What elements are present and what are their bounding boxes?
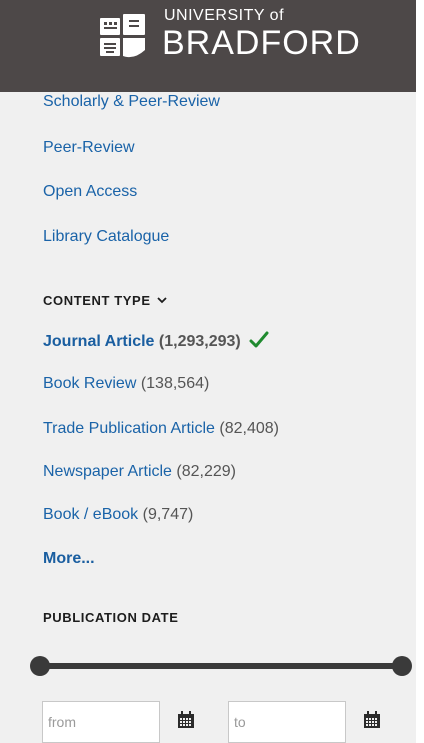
date-from-input[interactable] xyxy=(43,702,159,742)
logo-bradford: BRADFORD xyxy=(162,24,361,62)
facet-count: (9,747) xyxy=(142,506,194,523)
chevron-down-icon xyxy=(156,292,167,307)
date-from-field[interactable] xyxy=(42,701,160,743)
quick-link-scholarly-peer-review[interactable]: Scholarly & Peer-Review xyxy=(43,93,220,111)
facet-label: Book Review xyxy=(43,375,137,392)
quick-link-label: Open Access xyxy=(43,183,138,200)
calendar-icon[interactable] xyxy=(363,711,381,729)
slider-max-handle[interactable] xyxy=(392,656,412,676)
publication-date-heading: PUBLICATION DATE xyxy=(43,610,179,625)
content-type-journal-article[interactable]: Journal Article (1,293,293) xyxy=(43,331,269,354)
quick-link-label: Peer-Review xyxy=(43,139,135,156)
content-type-heading-label: CONTENT TYPE xyxy=(43,293,151,308)
content-type-trade-publication-article[interactable]: Trade Publication Article (82,408) xyxy=(43,420,279,438)
quick-link-library-catalogue[interactable]: Library Catalogue xyxy=(43,228,169,246)
content-type-book-review[interactable]: Book Review (138,564) xyxy=(43,375,209,393)
content-type-heading[interactable]: CONTENT TYPE xyxy=(43,292,167,308)
quick-link-open-access[interactable]: Open Access xyxy=(43,183,137,201)
facet-label: Trade Publication Article xyxy=(43,420,215,437)
facet-label: Journal Article xyxy=(43,333,155,350)
quick-link-label: Library Catalogue xyxy=(43,228,170,245)
university-crest-icon xyxy=(100,14,145,58)
date-to-field[interactable] xyxy=(228,701,346,743)
quick-link-peer-review[interactable]: Peer-Review xyxy=(43,139,135,157)
quick-link-label: Scholarly & Peer-Review xyxy=(43,93,220,110)
facet-count: (138,564) xyxy=(140,375,210,392)
content-type-more-link[interactable]: More... xyxy=(43,550,95,568)
calendar-icon[interactable] xyxy=(177,711,195,729)
facet-label: Book / eBook xyxy=(43,506,139,523)
logo-university-of: UNIVERSITY of xyxy=(164,7,285,24)
date-to-input[interactable] xyxy=(229,702,345,742)
facet-count: (82,408) xyxy=(219,420,279,437)
facet-count: (1,293,293) xyxy=(158,333,241,350)
content-type-book-ebook[interactable]: Book / eBook (9,747) xyxy=(43,506,193,524)
content-type-newspaper-article[interactable]: Newspaper Article (82,229) xyxy=(43,463,236,481)
slider-min-handle[interactable] xyxy=(30,656,50,676)
facet-label: Newspaper Article xyxy=(43,463,172,480)
publication-date-slider[interactable] xyxy=(30,656,416,676)
slider-track[interactable] xyxy=(40,663,402,669)
site-header: UNIVERSITY of BRADFORD xyxy=(0,0,416,92)
page-edge xyxy=(416,0,424,743)
check-icon xyxy=(249,331,269,354)
facet-count: (82,229) xyxy=(176,463,236,480)
